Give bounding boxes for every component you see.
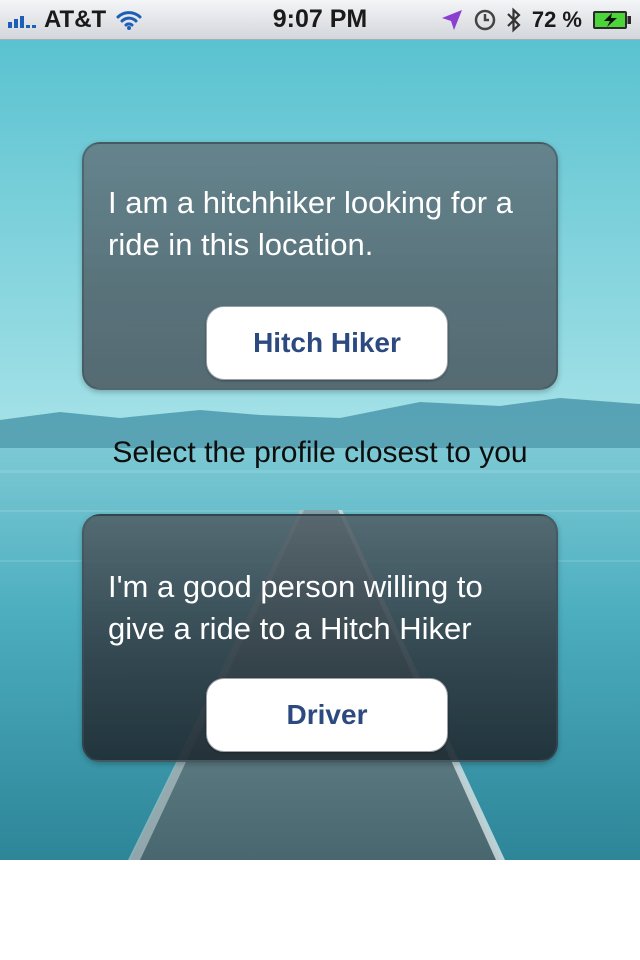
status-bar-right: 72 %	[430, 6, 632, 34]
bluetooth-icon	[507, 7, 521, 33]
alarm-clock-icon	[474, 9, 496, 31]
battery-charging-icon	[593, 11, 631, 29]
profile-prompt: Select the profile closest to you	[112, 436, 528, 469]
hitchhiker-description: I am a hitchhiker looking for a ride in …	[108, 185, 513, 262]
hitchhiker-profile-card: I am a hitchhiker looking for a ride in …	[82, 142, 558, 390]
location-arrow-icon	[441, 10, 462, 30]
battery-percent: 72 %	[531, 7, 582, 32]
hitch-hiker-button[interactable]: Hitch Hiker	[206, 306, 448, 380]
bottom-blank-area	[0, 860, 640, 960]
driver-profile-card: I'm a good person willing to give a ride…	[82, 514, 558, 762]
driver-description: I'm a good person willing to give a ride…	[108, 569, 483, 646]
status-bar: AT&T 9:07 PM 72 %	[0, 0, 640, 40]
driver-button[interactable]: Driver	[206, 678, 448, 752]
